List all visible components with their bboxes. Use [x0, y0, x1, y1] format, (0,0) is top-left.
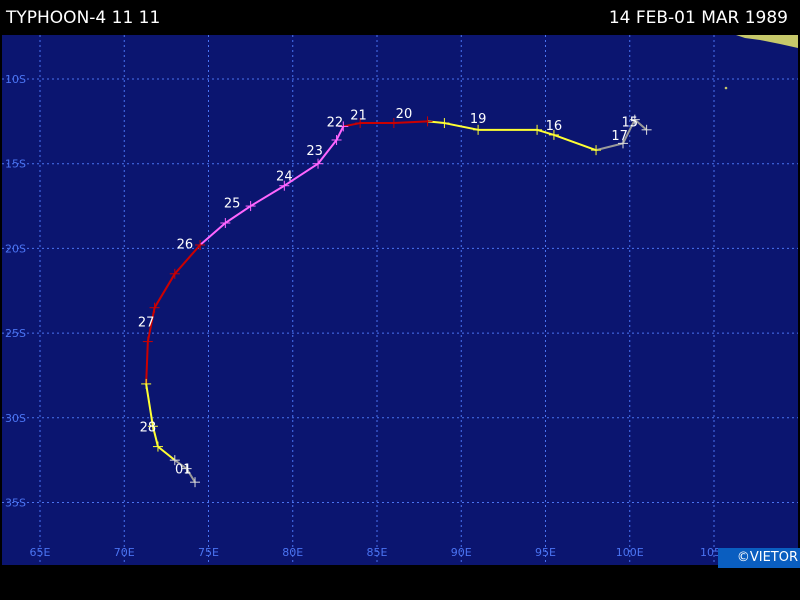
lat-label: 10S	[5, 73, 26, 86]
day-label: 24	[276, 170, 293, 185]
lon-label: 65E	[30, 546, 51, 559]
track-map: 65E 70E 75E 80E 85E 90E 95E 100E 105E10S15S20S25…	[2, 35, 798, 565]
day-label: 21	[350, 109, 367, 124]
day-label: 01	[175, 463, 192, 478]
lon-label: 90E	[451, 546, 472, 559]
lon-label: 80E	[282, 546, 303, 559]
day-label: 20	[396, 107, 413, 122]
credit-badge: ©VIETOR	[718, 548, 800, 568]
day-label: 28	[140, 420, 157, 435]
lon-label: 100E	[616, 546, 644, 559]
day-label: 19	[470, 112, 487, 127]
lat-label: 20S	[5, 242, 26, 255]
lon-label: 70E	[114, 546, 135, 559]
lat-label: 15S	[5, 158, 26, 171]
island-dot	[724, 86, 728, 90]
lat-label: 30S	[5, 412, 26, 425]
day-label: 27	[138, 315, 155, 330]
lon-label: 85E	[367, 546, 388, 559]
lat-label: 25S	[5, 327, 26, 340]
day-label: 25	[224, 197, 241, 212]
day-label: 16	[546, 119, 563, 134]
day-label: 22	[327, 115, 344, 130]
day-label: 26	[177, 237, 194, 252]
day-label: 17	[611, 129, 628, 144]
lon-label: 95E	[535, 546, 556, 559]
lon-label: 75E	[198, 546, 219, 559]
lat-label: 35S	[5, 497, 26, 510]
day-label: 23	[306, 144, 323, 159]
